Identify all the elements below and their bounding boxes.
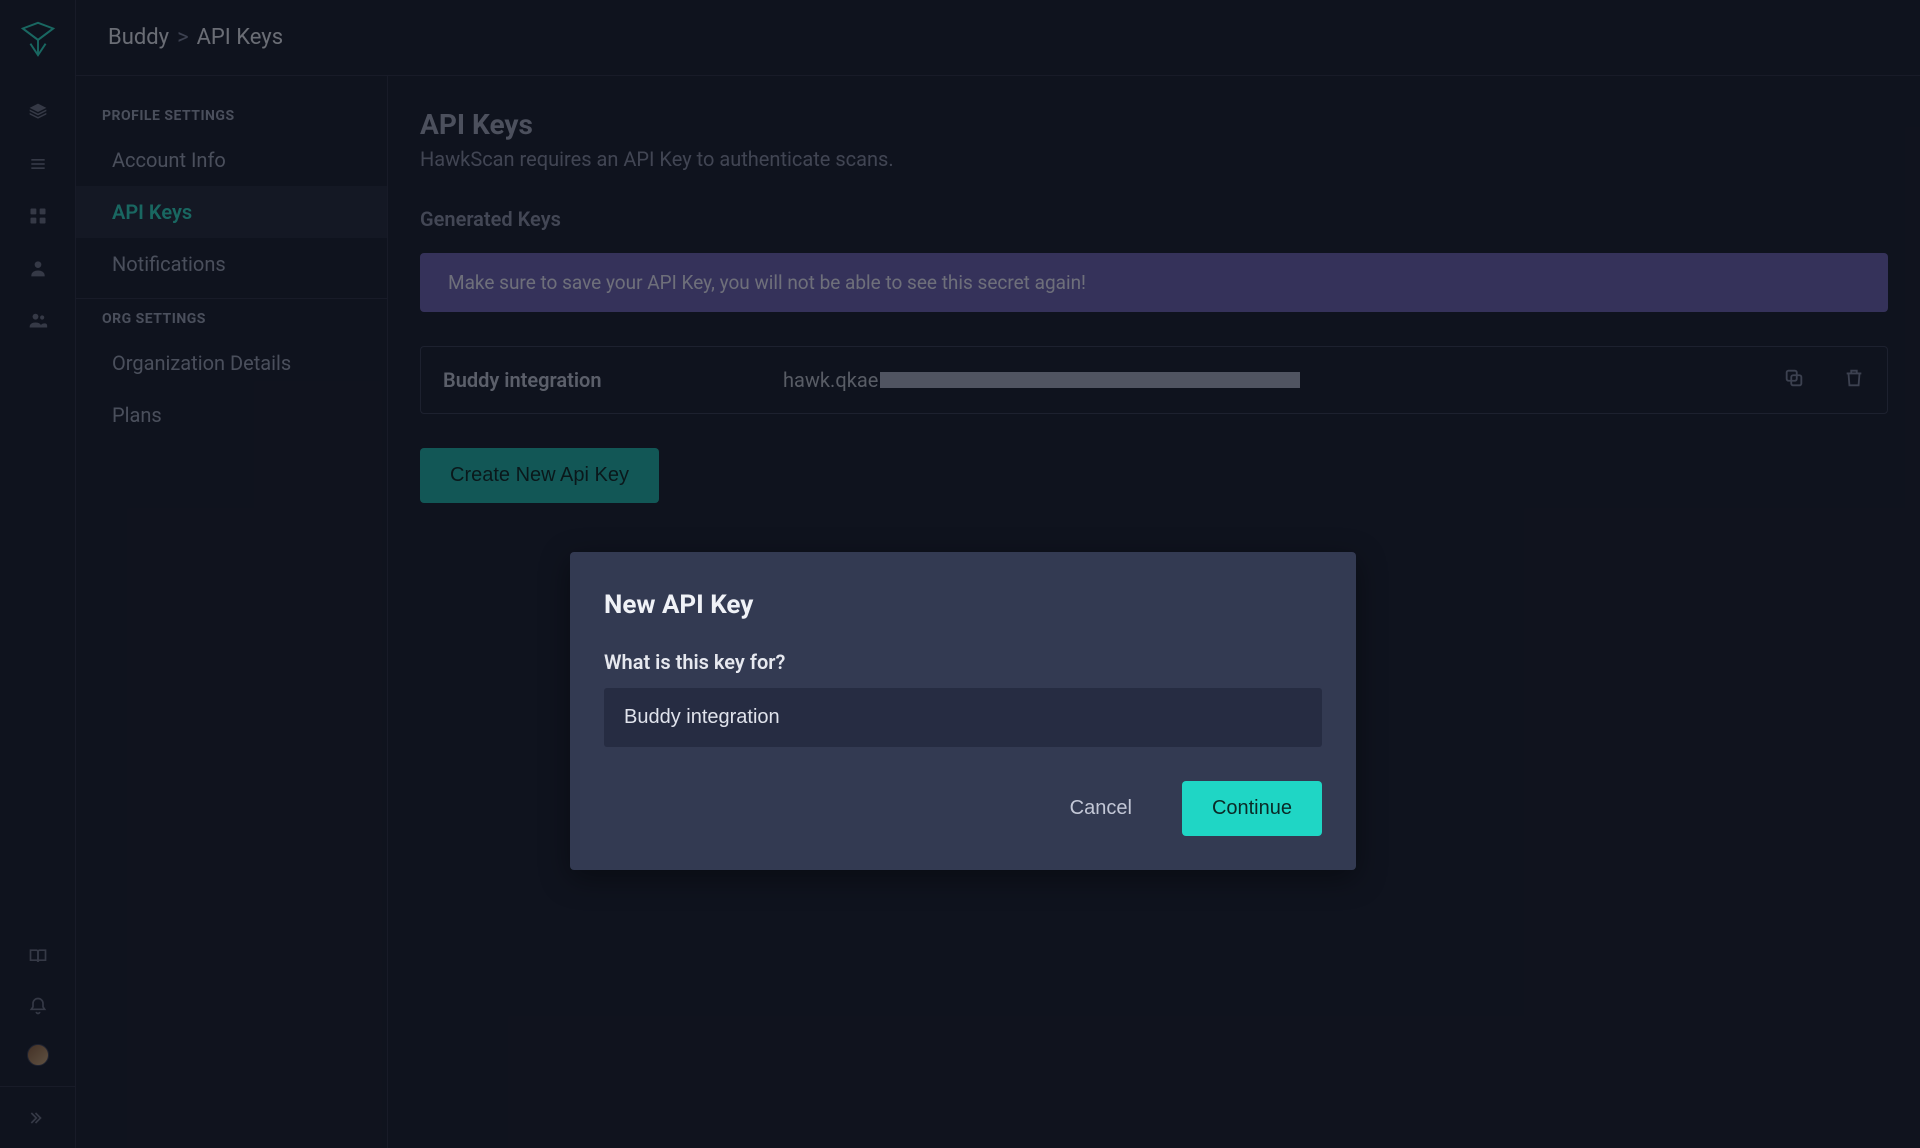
continue-button[interactable]: Continue	[1182, 781, 1322, 836]
key-purpose-input[interactable]	[604, 688, 1322, 747]
modal-field-label: What is this key for?	[604, 650, 1322, 674]
new-api-key-modal: New API Key What is this key for? Cancel…	[570, 552, 1356, 870]
cancel-button[interactable]: Cancel	[1050, 783, 1152, 834]
modal-title: New API Key	[604, 590, 1322, 620]
